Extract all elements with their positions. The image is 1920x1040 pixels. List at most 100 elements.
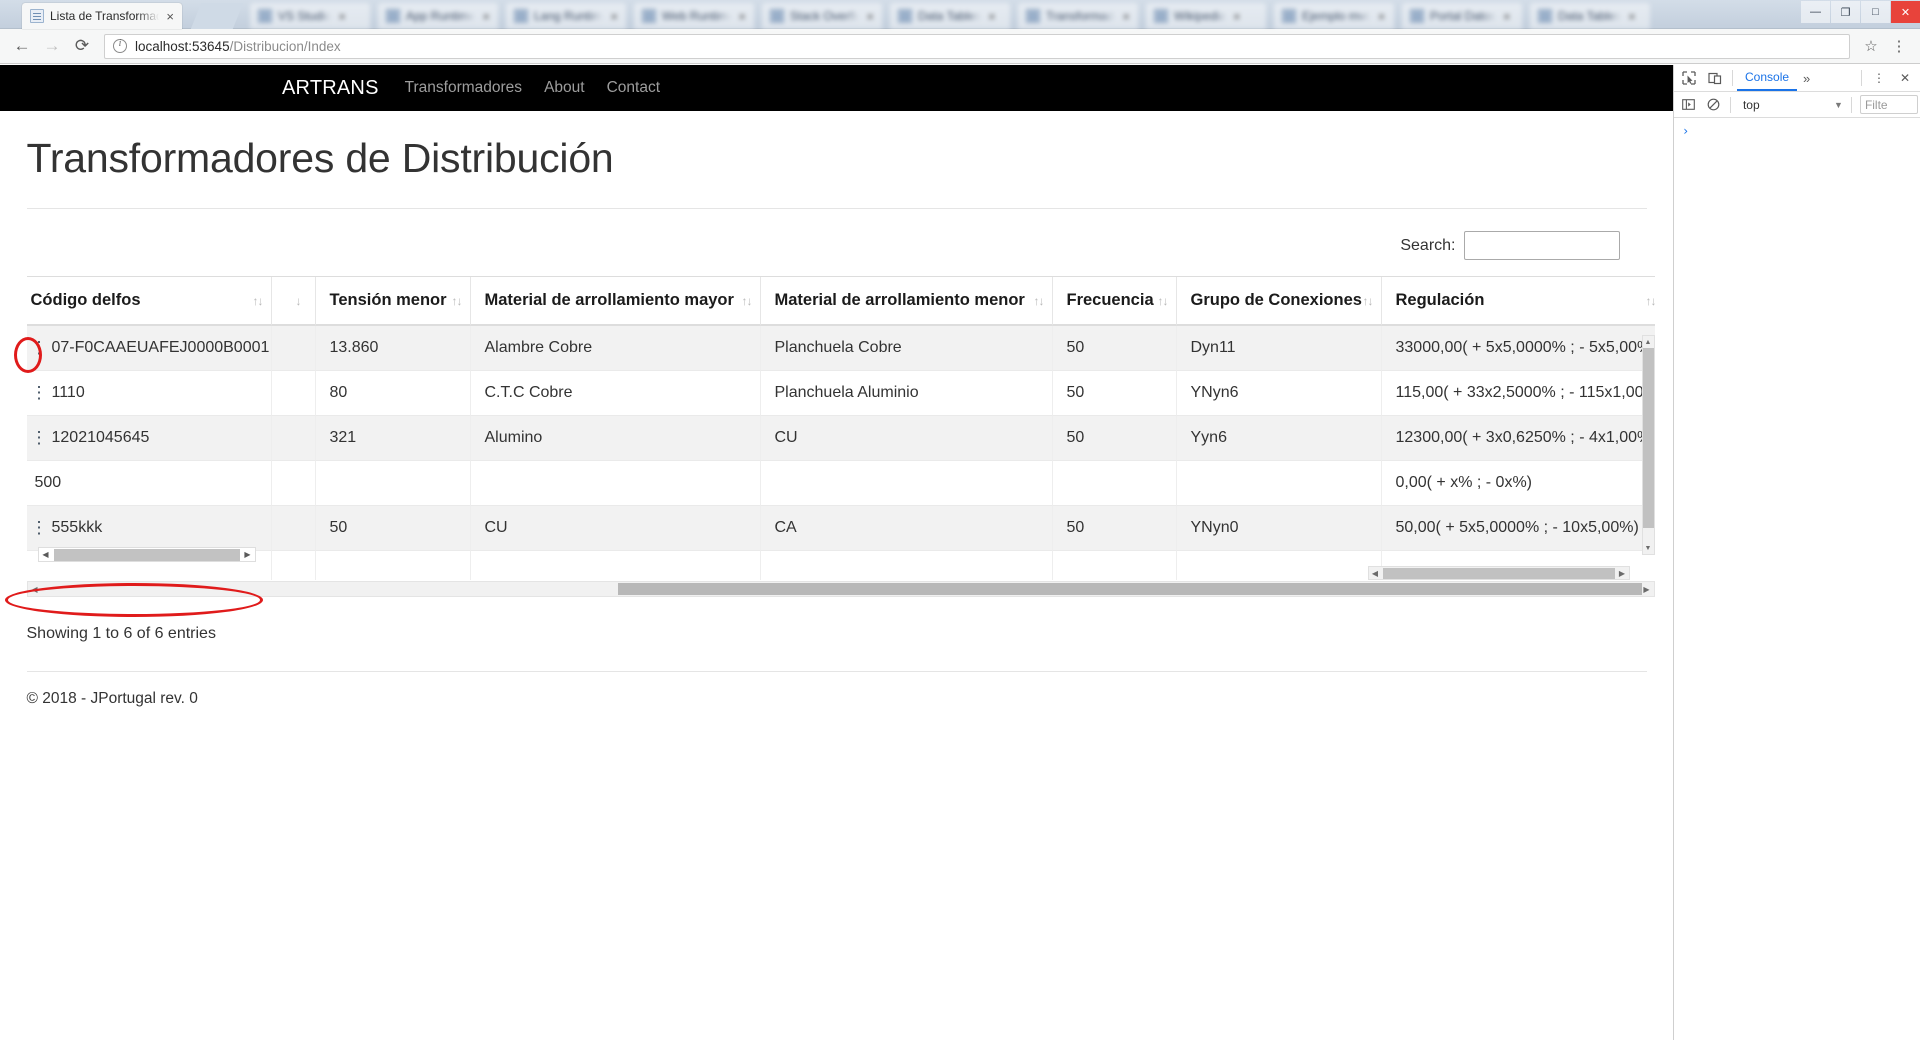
console-sidebar-toggle-icon[interactable] (1676, 92, 1701, 117)
scroll-up-arrow-icon[interactable]: ▲ (1643, 336, 1654, 348)
tab-console[interactable]: Console (1737, 65, 1798, 91)
close-icon[interactable]: × (988, 10, 996, 23)
sort-icon[interactable]: ↑↓ (1363, 294, 1374, 308)
sort-icon[interactable]: ↑↓ (1646, 294, 1655, 308)
col-header-material-arrollamiento-menor[interactable]: Material de arrollamiento menor ↑↓ (760, 277, 1053, 326)
close-icon[interactable]: × (738, 10, 746, 23)
reload-button[interactable]: ⟳ (68, 32, 96, 60)
col-header-frecuencia[interactable]: Frecuencia ↑↓ (1052, 277, 1177, 326)
cell-material-menor (760, 551, 1053, 580)
sort-icon[interactable]: ↑↓ (452, 294, 463, 308)
browser-tab-ghost[interactable]: Data Tables × (1530, 3, 1650, 29)
bookmark-star-icon[interactable]: ☆ (1858, 33, 1884, 59)
window-minimize-button[interactable]: — (1801, 1, 1830, 23)
browser-tab-ghost[interactable]: Web Runtime × (634, 3, 754, 29)
table-left-horizontal-scrollbar[interactable]: ◀ ▶ (37, 547, 256, 562)
scroll-right-arrow-icon[interactable]: ▶ (241, 548, 255, 561)
close-icon[interactable]: × (1122, 10, 1130, 23)
page-horizontal-scrollbar[interactable]: ◀ ▶ (26, 581, 1655, 597)
cell-tension-menor: 80 (315, 371, 471, 416)
table-vertical-scrollbar[interactable]: ▲ ▼ (1641, 335, 1655, 555)
scroll-left-arrow-icon[interactable]: ◀ (39, 548, 53, 561)
window-restore-button[interactable]: ❐ (1831, 1, 1860, 23)
sort-icon[interactable]: ↑↓ (1158, 294, 1169, 308)
col-header-grupo-conexiones[interactable]: Grupo de Conexiones ↑↓ (1176, 277, 1382, 326)
sort-icon[interactable]: ↑↓ (742, 294, 753, 308)
close-icon[interactable]: × (1378, 10, 1386, 23)
site-brand[interactable]: ARTRANS (282, 77, 379, 100)
devtools-settings-menu-icon[interactable]: ⋮ (1866, 66, 1892, 91)
col-header-codigo-delfos[interactable]: Código delfos ↑↓ (26, 277, 272, 326)
cell-material-mayor: Alambre Cobre (470, 326, 761, 371)
sort-icon[interactable]: ↑↓ (253, 294, 264, 308)
inspect-element-icon[interactable] (1676, 66, 1702, 91)
browser-tab-ghost[interactable]: Data Tables × (890, 3, 1010, 29)
forward-button[interactable]: → (38, 32, 66, 60)
browser-tab-active[interactable]: Lista de Transformadores × (22, 3, 182, 29)
close-icon[interactable]: × (1233, 10, 1241, 23)
browser-tab-ghost[interactable]: Wikipedia × (1146, 3, 1266, 29)
table-row[interactable]: 500 0,00( + x% ; - 0x%) (26, 461, 1655, 506)
table-inner-horizontal-scrollbar[interactable]: ◀ ▶ (1367, 566, 1630, 580)
browser-tab-ghost[interactable]: Lang Runtime × (506, 3, 626, 29)
devtools-close-icon[interactable]: ✕ (1892, 66, 1918, 91)
scroll-left-arrow-icon[interactable]: ◀ (1369, 567, 1382, 579)
sort-icon[interactable]: ↓ (296, 294, 302, 308)
browser-tab-ghost[interactable]: Stack Overflow × (762, 3, 882, 29)
nav-link-about[interactable]: About (544, 79, 585, 97)
scroll-left-arrow-icon[interactable]: ◀ (28, 582, 42, 596)
browser-menu-icon[interactable]: ⋮ (1886, 33, 1912, 59)
close-icon[interactable]: × (338, 10, 346, 23)
row-actions-menu-icon[interactable]: ⋮ (31, 339, 48, 356)
cell-actions (271, 551, 316, 580)
browser-tab-title: VS Studio (278, 9, 332, 23)
table-row[interactable]: ⋮ 555kkk 50 CU CA 50 YNyn0 50,00( + 5x5,0… (26, 506, 1655, 551)
clear-console-icon[interactable] (1701, 92, 1726, 117)
site-info-icon[interactable] (113, 38, 127, 53)
address-bar[interactable]: localhost:53645/Distribucion/Index (104, 33, 1850, 59)
nav-link-contact[interactable]: Contact (607, 79, 660, 97)
close-icon[interactable]: × (1503, 10, 1511, 23)
vertical-scroll-thumb[interactable] (1642, 348, 1654, 528)
browser-tab-ghost[interactable]: Portal Datos × (1402, 3, 1522, 29)
close-icon[interactable]: × (866, 10, 874, 23)
close-icon[interactable]: × (166, 10, 174, 23)
inner-horizontal-scroll-thumb[interactable] (1382, 567, 1615, 579)
row-actions-menu-icon[interactable]: ⋮ (31, 429, 48, 446)
col-header-tension-menor[interactable]: Tensión menor ↑↓ (315, 277, 471, 326)
scroll-right-arrow-icon[interactable]: ▶ (1616, 567, 1629, 579)
chevron-down-icon[interactable]: ▼ (1834, 100, 1843, 110)
browser-tab-ghost[interactable]: VS Studio × (250, 3, 370, 29)
back-button[interactable]: ← (8, 32, 36, 60)
row-actions-menu-icon[interactable]: ⋮ (31, 519, 48, 536)
table-row[interactable]: ⋮ 07-F0CAAEUAFEJ0000B0001 13.860 Alambre … (26, 326, 1655, 371)
window-close-button[interactable]: ✕ (1891, 1, 1920, 23)
close-icon[interactable]: × (482, 10, 490, 23)
browser-tab-ghost[interactable]: App Runtime × (378, 3, 498, 29)
col-header-actions[interactable]: ↓ (271, 277, 316, 326)
table-row[interactable]: ⋮ 1110 80 C.T.C Cobre Planchuela Aluminio… (26, 371, 1655, 416)
tab-favicon-icon (898, 9, 912, 23)
page-horizontal-scroll-thumb[interactable] (617, 583, 1642, 595)
console-output-area[interactable]: › (1674, 118, 1920, 144)
scroll-down-arrow-icon[interactable]: ▼ (1643, 542, 1654, 554)
close-icon[interactable]: × (610, 10, 618, 23)
more-tabs-icon[interactable]: » (1797, 71, 1816, 86)
search-input[interactable] (1463, 231, 1620, 260)
table-row[interactable]: ⋮ 12021045645 321 Alumino CU 50 Yyn6 1230… (26, 416, 1655, 461)
console-filter-input[interactable]: Filte (1859, 95, 1919, 114)
window-maximize-button[interactable]: □ (1861, 1, 1890, 23)
nav-link-transformadores[interactable]: Transformadores (405, 79, 522, 97)
device-toolbar-icon[interactable] (1702, 66, 1728, 91)
sort-icon[interactable]: ↑↓ (1034, 294, 1045, 308)
scroll-right-arrow-icon[interactable]: ▶ (1640, 582, 1654, 596)
console-context-selector[interactable]: top ▼ (1739, 95, 1847, 114)
row-actions-menu-icon[interactable]: ⋮ (31, 384, 48, 401)
col-header-material-arrollamiento-mayor[interactable]: Material de arrollamiento mayor ↑↓ (470, 277, 761, 326)
close-icon[interactable]: × (1628, 10, 1636, 23)
browser-tab-ghost[interactable]: Ejemplo mvc × (1274, 3, 1394, 29)
col-header-regulacion[interactable]: Regulación ↑↓ (1381, 277, 1655, 326)
browser-tab-ghost[interactable]: Transformadores × (1018, 3, 1138, 29)
left-horizontal-scroll-thumb[interactable] (53, 548, 240, 561)
new-tab-button[interactable] (190, 3, 244, 29)
